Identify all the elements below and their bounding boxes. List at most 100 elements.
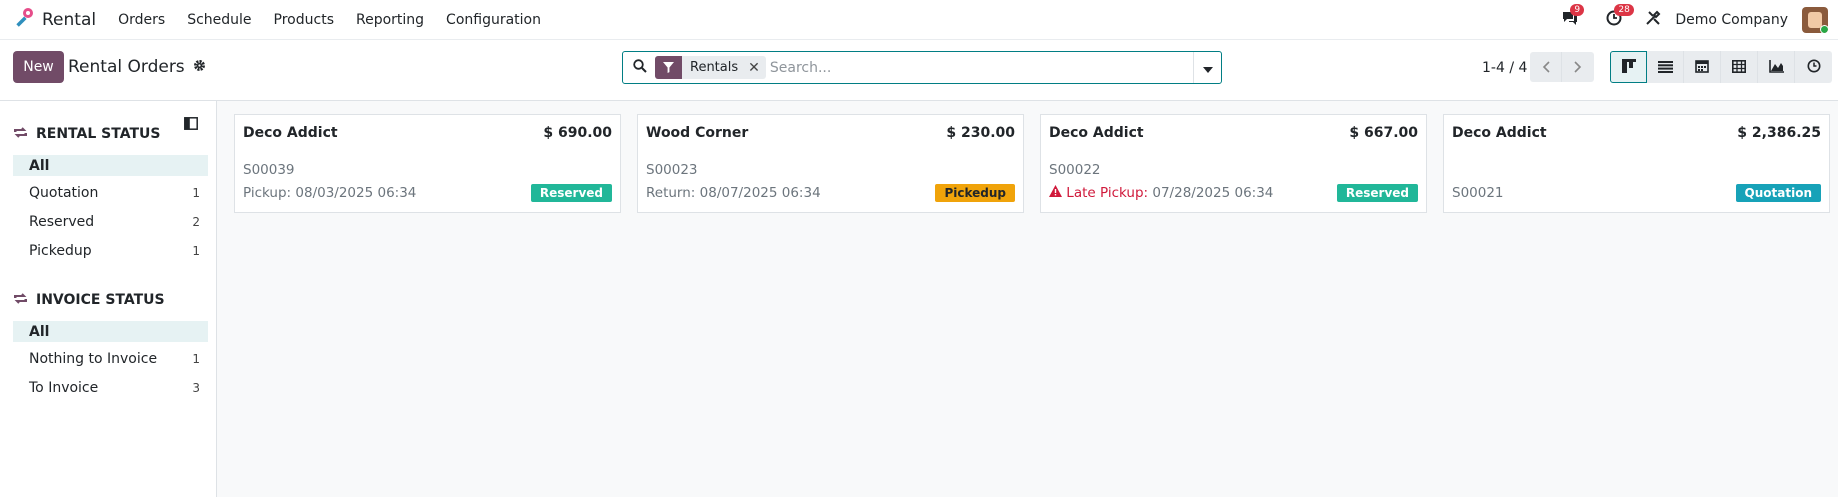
user-avatar[interactable] [1802,7,1828,33]
status-badge: Quotation [1735,184,1821,202]
card-amount: $ 2,386.25 [1737,125,1821,141]
invoice-status-nothing-to-invoice[interactable]: Nothing to Invoice 1 [13,344,208,373]
company-switcher[interactable]: Demo Company [1675,12,1788,28]
activities-button[interactable]: 28 [1603,4,1634,31]
kanban-card[interactable]: Deco Addict $ 2,386.25 S00021 Quotation [1443,114,1830,213]
menu-schedule[interactable]: Schedule [187,12,251,28]
card-date-value: 08/07/2025 06:34 [699,185,821,201]
menu-configuration[interactable]: Configuration [446,12,541,28]
calendar-view-button[interactable] [1684,51,1721,83]
rental-status-reserved[interactable]: Reserved 2 [13,207,208,236]
activity-view-button[interactable] [1795,51,1832,83]
rental-status-reserved-count: 2 [192,214,200,229]
tools-icon[interactable] [1645,10,1661,30]
invoice-status-to-invoice-label: To Invoice [29,379,99,396]
rental-status-title: RENTAL STATUS [36,126,161,142]
menu-reporting[interactable]: Reporting [356,12,424,28]
facet-value: Rentals [690,60,739,75]
view-switcher [1610,51,1832,83]
card-partner: Deco Addict [1049,125,1144,141]
menu-orders[interactable]: Orders [118,12,165,28]
card-amount: $ 690.00 [543,125,612,141]
toggle-sidebar-icon[interactable] [184,115,198,134]
rental-key-icon [12,6,36,34]
rental-status-pickedup-count: 1 [192,243,200,258]
chevron-left-icon [1542,58,1550,77]
pager-next-button[interactable] [1562,52,1594,82]
list-icon [1657,58,1673,77]
kanban-card[interactable]: Deco Addict $ 690.00 S00039 Pickup: 08/0… [234,114,621,213]
card-date: Return: 08/07/2025 06:34 [646,185,821,201]
pivot-view-button[interactable] [1721,51,1758,83]
invoice-status-icon [13,292,28,309]
caret-down-icon [1202,58,1213,77]
online-status-dot [1820,25,1828,33]
invoice-status-to-invoice-count: 3 [192,380,200,395]
activities-count-badge: 28 [1614,4,1634,16]
app-name: Rental [42,9,97,30]
kanban-icon [1621,58,1636,77]
card-date: Late Pickup: 07/28/2025 06:34 [1049,185,1273,201]
invoice-status-title: INVOICE STATUS [36,292,165,308]
messages-count-badge: 9 [1570,4,1585,16]
gear-icon[interactable] [193,57,206,77]
control-panel: New Rental Orders Rentals ✕ 1-4 / 4 [0,40,1838,101]
menu-products[interactable]: Products [274,12,334,28]
card-date: Pickup: 08/03/2025 06:34 [243,185,416,201]
search-options-toggle[interactable] [1193,52,1221,83]
status-badge: Pickedup [935,184,1015,202]
area-chart-icon [1768,58,1784,77]
card-date-value: 07/28/2025 06:34 [1152,185,1274,201]
rental-status-all-label: All [29,157,50,174]
clock-outline-icon [1807,58,1821,77]
pager-value[interactable]: 1-4 / 4 [1482,60,1527,76]
card-reference: S00022 [1049,162,1101,178]
messages-button[interactable]: 9 [1559,4,1585,31]
invoice-status-header: INVOICE STATUS [13,285,212,315]
status-badge: Reserved [530,184,612,202]
rental-status-reserved-label: Reserved [29,213,95,230]
chevron-right-icon [1574,58,1582,77]
invoice-status-to-invoice[interactable]: To Invoice 3 [13,373,208,402]
search-bar: Rentals ✕ [622,51,1222,84]
invoice-status-nothing-label: Nothing to Invoice [29,350,158,367]
kanban-board: Deco Addict $ 690.00 S00039 Pickup: 08/0… [217,101,1838,497]
list-view-button[interactable] [1647,51,1684,83]
new-button[interactable]: New [13,51,64,83]
invoice-status-all-label: All [29,323,50,340]
app-brand[interactable]: Rental [12,6,96,34]
card-reference: S00021 [1452,185,1504,201]
rental-status-quotation[interactable]: Quotation 1 [13,178,208,207]
warning-icon [1049,185,1066,201]
top-navbar: Rental Orders Schedule Products Reportin… [0,0,1838,40]
search-facet: Rentals ✕ [655,56,766,79]
invoice-status-all[interactable]: All [13,321,208,342]
page-title: Rental Orders [68,57,206,77]
card-reference: S00023 [646,162,698,178]
rental-status-header: RENTAL STATUS [13,119,212,149]
rental-status-pickedup[interactable]: Pickedup 1 [13,236,208,265]
card-date-label: Late Pickup: [1066,185,1149,201]
rental-status-all[interactable]: All [13,155,208,176]
page-title-text: Rental Orders [68,57,185,77]
status-badge: Reserved [1336,184,1418,202]
kanban-card[interactable]: Deco Addict $ 667.00 S00022 Late Pickup:… [1040,114,1427,213]
kanban-view-button[interactable] [1610,51,1647,83]
rental-status-quotation-count: 1 [192,185,200,200]
invoice-status-nothing-count: 1 [192,351,200,366]
search-input[interactable] [769,59,1170,76]
card-partner: Deco Addict [243,125,338,141]
card-date-label: Pickup: [243,185,292,201]
content-area: RENTAL STATUS All Quotation 1 Reserved 2… [0,101,1838,497]
remove-facet-icon[interactable]: ✕ [748,60,766,76]
card-partner: Deco Addict [1452,125,1547,141]
systray: 9 28 Demo Company [1559,0,1828,40]
card-amount: $ 230.00 [946,125,1015,141]
rental-status-pickedup-label: Pickedup [29,242,92,259]
graph-view-button[interactable] [1758,51,1795,83]
card-reference: S00039 [243,162,295,178]
kanban-card[interactable]: Wood Corner $ 230.00 S00023 Return: 08/0… [637,114,1024,213]
calendar-icon [1695,58,1709,77]
pager-previous-button[interactable] [1530,52,1562,82]
rental-status-icon [13,126,28,143]
